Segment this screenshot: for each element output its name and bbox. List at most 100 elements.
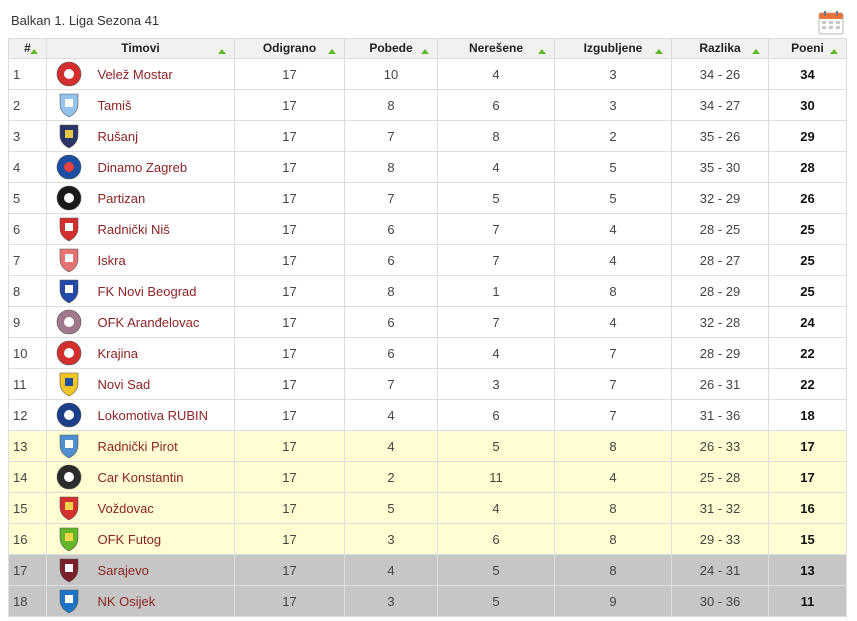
points-cell: 29: [768, 120, 847, 152]
team-cell: Krajina: [91, 337, 235, 369]
team-link[interactable]: Tamiš: [98, 98, 132, 113]
wins-cell: 6: [344, 337, 438, 369]
team-crest-icon: [56, 340, 82, 366]
team-cell: Sarajevo: [91, 554, 235, 586]
draws-cell: 5: [437, 182, 555, 214]
losses-cell: 3: [554, 58, 672, 90]
team-link[interactable]: Novi Sad: [98, 377, 151, 392]
wins-cell: 7: [344, 368, 438, 400]
played-cell: 17: [234, 306, 345, 338]
played-cell: 17: [234, 213, 345, 245]
rank-cell: 18: [8, 585, 47, 617]
team-link[interactable]: Iskra: [98, 253, 126, 268]
goal-diff-cell: 24 - 31: [671, 554, 769, 586]
col-header-team[interactable]: Timovi: [46, 38, 235, 59]
team-link[interactable]: Lokomotiva RUBIN: [98, 408, 209, 423]
points-cell: 17: [768, 430, 847, 462]
col-header-losses[interactable]: Izgubljene: [554, 38, 672, 59]
wins-cell: 2: [344, 461, 438, 493]
played-cell: 17: [234, 120, 345, 152]
team-cell: Partizan: [91, 182, 235, 214]
team-link[interactable]: Rušanj: [98, 129, 138, 144]
draws-cell: 3: [437, 368, 555, 400]
col-header-wins[interactable]: Pobede: [344, 38, 438, 59]
wins-cell: 7: [344, 182, 438, 214]
table-row: 5 Partizan 17 7 5 5 32 - 29 26: [8, 182, 847, 214]
team-link[interactable]: Sarajevo: [98, 563, 149, 578]
team-crest-icon: [59, 248, 79, 273]
table-row: 16 OFK Futog 17 3 6 8 29 - 33 15: [8, 523, 847, 555]
team-logo-cell: [46, 337, 92, 369]
team-cell: OFK Futog: [91, 523, 235, 555]
team-cell: Radnički Pirot: [91, 430, 235, 462]
team-cell: Lokomotiva RUBIN: [91, 399, 235, 431]
rank-cell: 6: [8, 213, 47, 245]
rank-cell: 10: [8, 337, 47, 369]
goal-diff-cell: 31 - 36: [671, 399, 769, 431]
col-header-diff[interactable]: Razlika: [671, 38, 769, 59]
team-logo-cell: [46, 523, 92, 555]
rank-cell: 12: [8, 399, 47, 431]
losses-cell: 5: [554, 182, 672, 214]
points-cell: 22: [768, 368, 847, 400]
draws-cell: 5: [437, 430, 555, 462]
team-cell: Iskra: [91, 244, 235, 276]
played-cell: 17: [234, 337, 345, 369]
team-link[interactable]: OFK Futog: [98, 532, 162, 547]
col-header-played[interactable]: Odigrano: [234, 38, 345, 59]
col-header-points[interactable]: Poeni: [768, 38, 847, 59]
goal-diff-cell: 35 - 30: [671, 151, 769, 183]
team-logo-cell: [46, 461, 92, 493]
losses-cell: 7: [554, 368, 672, 400]
team-crest-icon: [59, 434, 79, 459]
draws-cell: 4: [437, 151, 555, 183]
played-cell: 17: [234, 430, 345, 462]
team-link[interactable]: NK Osijek: [98, 594, 156, 609]
draws-cell: 6: [437, 523, 555, 555]
played-cell: 17: [234, 182, 345, 214]
wins-cell: 8: [344, 151, 438, 183]
goal-diff-cell: 34 - 26: [671, 58, 769, 90]
points-cell: 25: [768, 244, 847, 276]
played-cell: 17: [234, 492, 345, 524]
team-link[interactable]: FK Novi Beograd: [98, 284, 197, 299]
team-link[interactable]: Partizan: [98, 191, 146, 206]
calendar-icon[interactable]: [818, 11, 844, 35]
losses-cell: 7: [554, 399, 672, 431]
played-cell: 17: [234, 554, 345, 586]
goal-diff-cell: 28 - 25: [671, 213, 769, 245]
losses-cell: 2: [554, 120, 672, 152]
team-logo-cell: [46, 492, 92, 524]
team-link[interactable]: Radnički Niš: [98, 222, 170, 237]
team-link[interactable]: Dinamo Zagreb: [98, 160, 188, 175]
team-link[interactable]: Voždovac: [98, 501, 154, 516]
col-header-draws[interactable]: Nerešene: [437, 38, 555, 59]
team-crest-icon: [56, 309, 82, 335]
team-link[interactable]: Krajina: [98, 346, 138, 361]
team-link[interactable]: Radnički Pirot: [98, 439, 178, 454]
team-link[interactable]: Velež Mostar: [98, 67, 173, 82]
team-logo-cell: [46, 554, 92, 586]
team-crest-icon: [59, 372, 79, 397]
table-row: 18 NK Osijek 17 3 5 9 30 - 36 11: [8, 585, 847, 617]
col-header-rank[interactable]: #: [8, 38, 47, 59]
standings-body: 1 Velež Mostar 17 10 4 3 34 - 26 34 2 Tamiš 17 8 6 3 3…: [8, 58, 847, 617]
team-crest-icon: [59, 279, 79, 304]
team-link[interactable]: OFK Aranđelovac: [98, 315, 200, 330]
team-crest-icon: [59, 217, 79, 242]
table-row: 17 Sarajevo 17 4 5 8 24 - 31 13: [8, 554, 847, 586]
losses-cell: 4: [554, 213, 672, 245]
rank-cell: 3: [8, 120, 47, 152]
draws-cell: 7: [437, 306, 555, 338]
played-cell: 17: [234, 399, 345, 431]
draws-cell: 1: [437, 275, 555, 307]
team-link[interactable]: Car Konstantin: [98, 470, 184, 485]
wins-cell: 6: [344, 244, 438, 276]
table-row: 12 Lokomotiva RUBIN 17 4 6 7 31 - 36 18: [8, 399, 847, 431]
goal-diff-cell: 30 - 36: [671, 585, 769, 617]
points-cell: 15: [768, 523, 847, 555]
played-cell: 17: [234, 275, 345, 307]
wins-cell: 6: [344, 213, 438, 245]
team-logo-cell: [46, 151, 92, 183]
header-bar: Balkan 1. Liga Sezona 41: [0, 0, 857, 38]
